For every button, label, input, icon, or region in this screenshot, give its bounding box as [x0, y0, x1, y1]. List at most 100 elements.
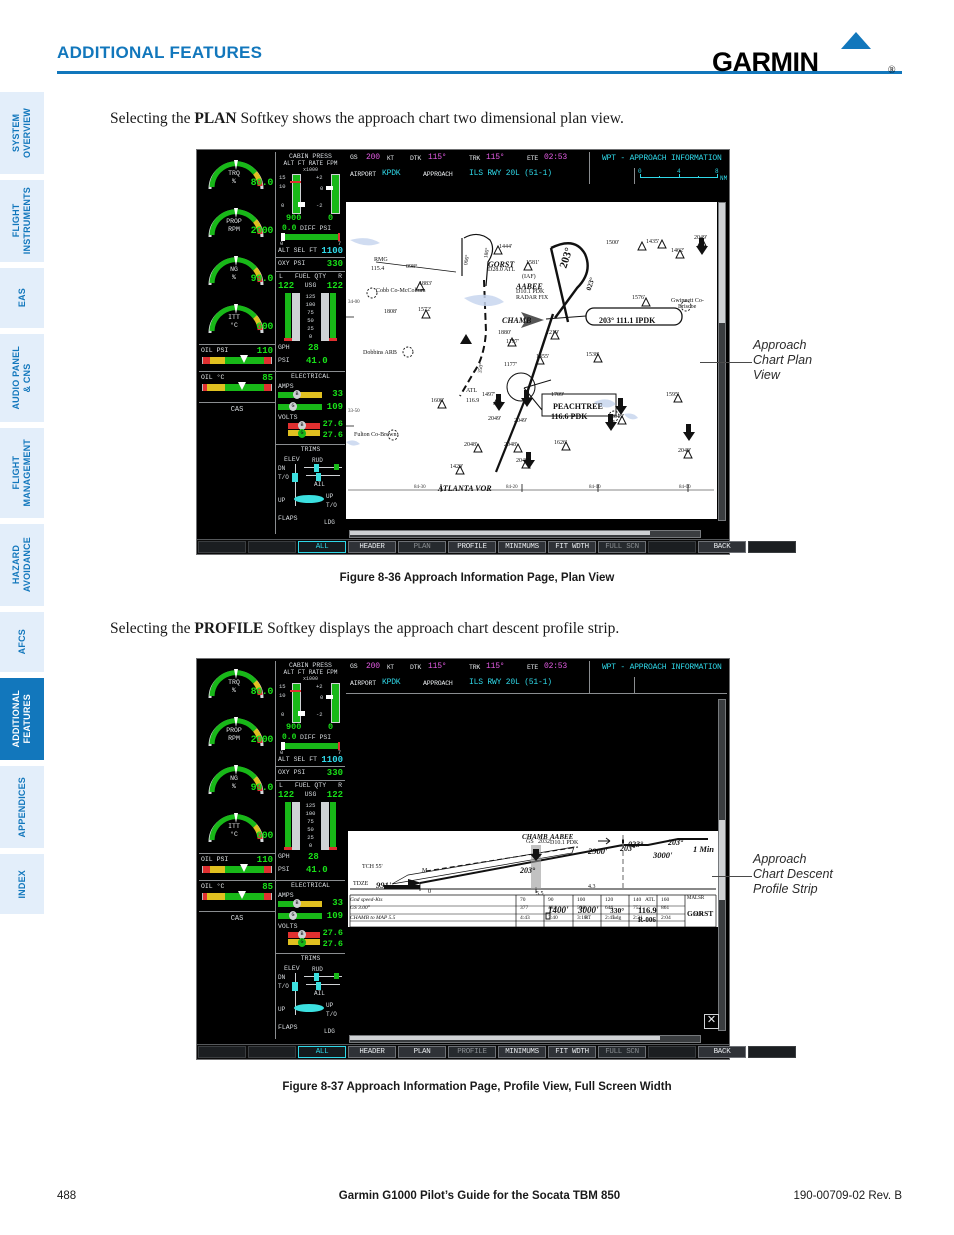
- chart-label: 1177': [504, 362, 517, 368]
- softkey-header[interactable]: HEADER: [348, 1046, 396, 1058]
- profile-minima-field: ATL: [645, 897, 656, 903]
- chart-label: 84-20: [506, 485, 518, 490]
- softkey-profile[interactable]: PROFILE: [448, 1046, 496, 1058]
- oil-temp-value: 85: [262, 882, 273, 892]
- sidebar-item-flight-management[interactable]: FLIGHT MANAGEMENT: [0, 428, 44, 518]
- sidebar-item-eas[interactable]: EAS: [0, 268, 44, 328]
- softkey-back[interactable]: BACK: [698, 541, 746, 553]
- flaps-to: T/O: [326, 502, 337, 509]
- cabin-alt-bar: [292, 174, 301, 214]
- softkey-full-scn[interactable]: FULL SCN: [598, 541, 646, 553]
- fuel-block: L FUEL QTY R 122 USG 122 125 100 75 50 25 0 GPH 28 PSI…: [276, 271, 345, 371]
- sidebar-item-index[interactable]: INDEX: [0, 854, 44, 914]
- softkey-all[interactable]: ALL: [298, 1046, 346, 1058]
- rate-tick-m2: -2: [316, 711, 323, 718]
- sidebar-item-flight-instruments[interactable]: FLIGHT INSTRUMENTS: [0, 180, 44, 262]
- profile-label: D10.1 PDK: [550, 840, 579, 846]
- fuel-psi-value: 41.0: [306, 356, 328, 366]
- softkey-minimums[interactable]: MINIMUMS: [498, 541, 546, 553]
- chart-label: 1595': [666, 392, 680, 398]
- softkey-all[interactable]: ALL: [298, 541, 346, 553]
- cas-label: CAS: [230, 915, 244, 923]
- fuel-right-label: R: [338, 782, 342, 789]
- chart-label: 34-00: [348, 300, 360, 305]
- profile-minima-field: RT: [585, 916, 592, 921]
- cabin-rate-bar: [331, 174, 340, 214]
- chart-hscrollbar[interactable]: [349, 530, 701, 538]
- mfd-header2-row2: AIRPORT KPDK APPROACH ILS RWY 20L (51-1): [346, 678, 727, 693]
- close-icon[interactable]: ✕: [704, 1014, 719, 1029]
- profile-minima-field: R-006: [638, 916, 656, 924]
- fuel-right-value: 122: [326, 281, 343, 291]
- amps-value-1: 33: [332, 389, 343, 399]
- gauge-value: 2000: [250, 735, 274, 746]
- airport-value-2: KPDK: [382, 678, 401, 687]
- softkey-blank-9: [648, 541, 696, 553]
- elev-label: ELEV: [284, 965, 300, 972]
- gauge-value: 2000: [250, 226, 274, 237]
- gph-value: 28: [308, 852, 319, 862]
- softkey-fit-wdth[interactable]: FIT WDTH: [548, 1046, 596, 1058]
- chart-label: 1883': [419, 281, 433, 287]
- softkey-full-scn[interactable]: FULL SCN: [598, 1046, 646, 1058]
- profile-label: 2900': [588, 846, 608, 856]
- amps-label: AMPS: [278, 892, 294, 899]
- profile-table-cell: 3:40: [548, 915, 558, 921]
- chart2-vscrollbar[interactable]: [718, 699, 726, 1031]
- sidebar-item-afcs[interactable]: AFCS: [0, 612, 44, 672]
- sidebar-item-audio-panel-cns[interactable]: AUDIO PANEL & CNS: [0, 334, 44, 422]
- gph-label: GPH: [278, 344, 290, 351]
- sidebar-item-system-overview[interactable]: SYSTEM OVERVIEW: [0, 92, 44, 174]
- chart-label: Dobbins ARB: [363, 350, 397, 356]
- sidebar-item-hazard-avoidance[interactable]: HAZARD AVOIDANCE: [0, 524, 44, 606]
- para2-post: Softkey displays the approach chart desc…: [263, 620, 620, 637]
- fuel-title: FUEL QTY: [294, 273, 327, 280]
- sidebar-item-label: HAZARD AVOIDANCE: [11, 537, 32, 593]
- flaps-to: T/O: [326, 1011, 337, 1018]
- sidebar-item-appendices[interactable]: APPENDICES: [0, 766, 44, 848]
- chart2-hscrollbar[interactable]: [349, 1035, 701, 1043]
- gauge-label: ITT °C: [228, 823, 240, 838]
- ete-label: ETE: [527, 155, 539, 162]
- gauge-value: 80.0: [250, 178, 274, 189]
- gauge-label: PROP RPM: [226, 218, 242, 233]
- softkey-fit-wdth[interactable]: FIT WDTH: [548, 541, 596, 553]
- sidebar-item-additional-features[interactable]: ADDITIONAL FEATURES: [0, 678, 44, 760]
- elev-up: UP: [278, 497, 286, 504]
- gauge-value: 99.0: [250, 783, 274, 794]
- gauge-prop: PROP RPM 2000: [199, 200, 275, 248]
- softkey-profile[interactable]: PROFILE: [448, 541, 496, 553]
- eis-right-column: CABIN PRESS ALT FT RATE FPM x1000 15 10 0 +2 0-…: [276, 152, 345, 534]
- para2-pre: Selecting the: [110, 620, 195, 637]
- chart-label: Briscoe: [678, 304, 697, 310]
- gauge-ng: NG% 99.0: [199, 757, 275, 805]
- chart-label: 115.4: [371, 266, 385, 272]
- softkey-blank-11: [748, 541, 796, 553]
- approach-chart-profile[interactable]: GS 2032' AABEE D10.1 PDK 2900' 203° 023° 203° 1 …: [348, 831, 719, 927]
- profile-label: 991': [376, 880, 392, 890]
- volts-value-1: 27.6: [322, 928, 343, 938]
- softkey-back[interactable]: BACK: [698, 1046, 746, 1058]
- hdr2-divider-2: [634, 677, 635, 693]
- alt-sel-value: 1100: [321, 246, 343, 256]
- profile-table-cell: 2:04: [661, 915, 671, 921]
- fuel-psi-label: PSI: [278, 357, 290, 364]
- softkey-plan[interactable]: PLAN: [398, 541, 446, 553]
- dtk-value: 115°: [428, 153, 447, 162]
- approach-chart-plan[interactable]: RMG 115.4 098° 1883' 006° 186° 1444' GORST D28.0…: [346, 202, 717, 519]
- approach-value-2: ILS RWY 20L (51-1): [469, 678, 552, 687]
- trk-value: 115°: [486, 153, 505, 162]
- oil-psi-row: OIL PSI 110: [199, 853, 275, 880]
- profile-minima-field: 1400': [548, 905, 569, 915]
- fuel-title: FUEL QTY: [294, 782, 327, 789]
- garmin-registered-icon: ®: [888, 65, 896, 76]
- softkey-header[interactable]: HEADER: [348, 541, 396, 553]
- chart-label: 116.9: [466, 398, 480, 404]
- softkey-plan[interactable]: PLAN: [398, 1046, 446, 1058]
- paragraph-profile: Selecting the PROFILE Softkey displays t…: [110, 620, 619, 638]
- figure-plan-view: TRQ% 80.0 PROP RPM 2000 NG% 99.0 ITT °C 600 OIL PS…: [196, 149, 796, 555]
- gauge-value: 600: [256, 322, 273, 333]
- softkey-minimums[interactable]: MINIMUMS: [498, 1046, 546, 1058]
- para1-pre: Selecting the: [110, 110, 195, 127]
- oil-temp-value: 85: [262, 373, 273, 383]
